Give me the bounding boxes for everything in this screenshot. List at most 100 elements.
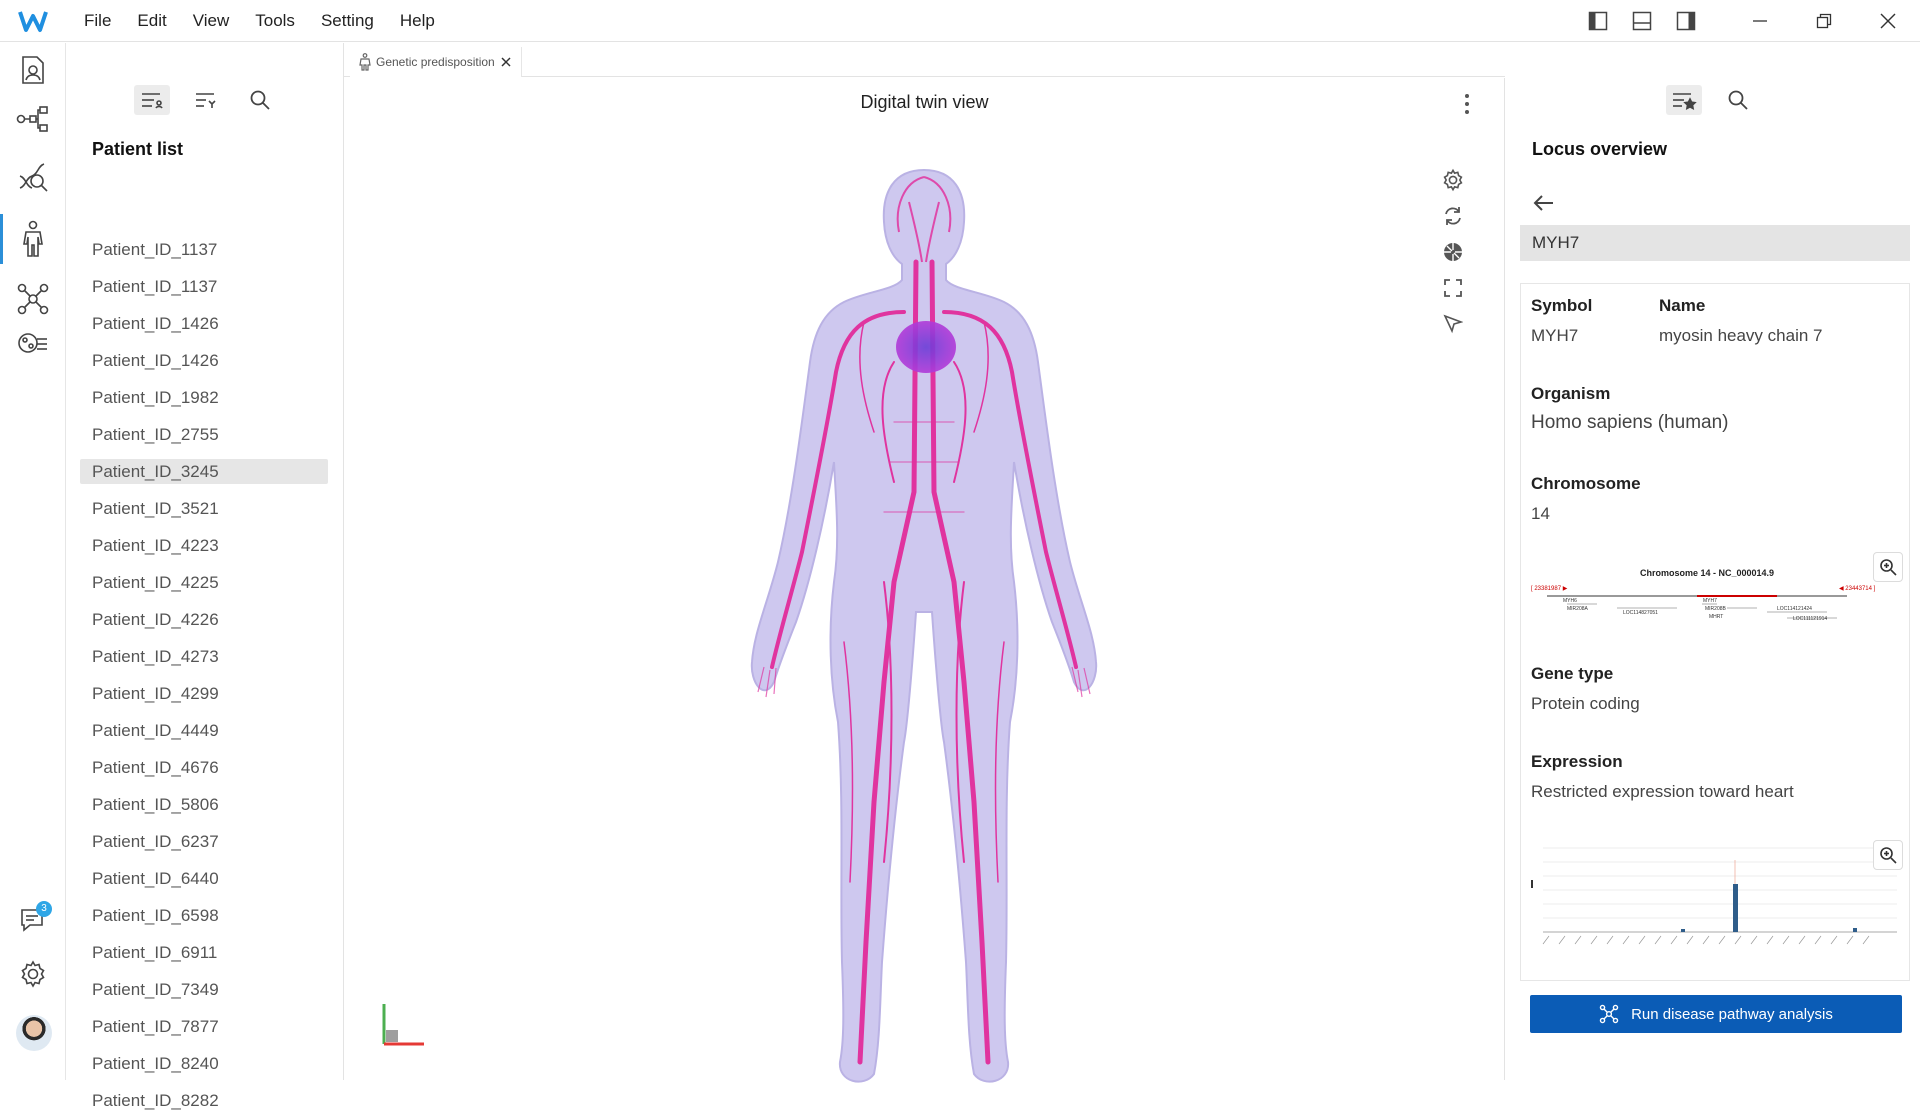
patient-list-item[interactable]: Patient_ID_7349: [80, 971, 328, 1008]
app-logo-icon: [18, 11, 48, 32]
patient-list-item[interactable]: Patient_ID_8282: [80, 1082, 328, 1119]
fullscreen-button[interactable]: [1438, 270, 1468, 306]
gene-search-field[interactable]: MYH7: [1520, 225, 1910, 261]
network-icon: [17, 283, 49, 315]
patient-list-item[interactable]: Patient_ID_1137: [80, 268, 328, 305]
chromosome-map-title: Chromosome 14 - NC_000014.9: [1640, 568, 1774, 578]
svg-text:MHRT: MHRT: [1709, 614, 1723, 620]
patient-list-toolbar: [134, 85, 296, 115]
patient-list-item[interactable]: Patient_ID_3245: [80, 459, 328, 484]
patient-list-item[interactable]: Patient_ID_1426: [80, 305, 328, 342]
svg-text:◀ 23443714 ]: ◀ 23443714 ]: [1839, 586, 1876, 592]
menu-edit[interactable]: Edit: [137, 11, 166, 31]
more-options-icon[interactable]: [1462, 92, 1472, 116]
menu-help[interactable]: Help: [400, 11, 435, 31]
patient-list-item[interactable]: Patient_ID_4226: [80, 601, 328, 638]
patient-list-item[interactable]: Patient_ID_1982: [80, 379, 328, 416]
gear-icon: [1443, 168, 1463, 192]
gene-type-label: Gene type: [1531, 664, 1614, 683]
minimize-button[interactable]: [1728, 0, 1792, 42]
name-value: myosin heavy chain 7: [1659, 326, 1823, 345]
digital-twin-viewer: Digital twin view: [344, 78, 1505, 1083]
toggle-right-panel-button[interactable]: [1664, 0, 1708, 42]
close-window-button[interactable]: [1856, 0, 1920, 42]
digital-twin-body-model[interactable]: [744, 162, 1104, 1102]
sort-list-icon: [142, 93, 163, 109]
patient-list-item[interactable]: Patient_ID_4223: [80, 527, 328, 564]
patient-list-item[interactable]: Patient_ID_4299: [80, 675, 328, 712]
rotate-view-button[interactable]: [1438, 198, 1468, 234]
patient-list-item[interactable]: Patient_ID_2755: [80, 416, 328, 453]
camera-aperture-icon: [1444, 243, 1462, 261]
search-patients-button[interactable]: [242, 85, 278, 115]
patient-list-item[interactable]: Patient_ID_1137: [80, 231, 328, 268]
locus-overview-panel: Locus overview MYH7 Symbol MYH7 Name myo…: [1506, 43, 1920, 1080]
starred-list-icon: [1673, 93, 1697, 110]
patient-list-item[interactable]: Patient_ID_8240: [80, 1045, 328, 1082]
symbol-label: Symbol: [1531, 296, 1593, 315]
menu-bar: File Edit View Tools Setting Help: [84, 0, 461, 42]
notification-badge: 3: [36, 901, 52, 917]
patient-list-item[interactable]: Patient_ID_6598: [80, 897, 328, 934]
patient-list-item[interactable]: Patient_ID_4449: [80, 712, 328, 749]
rail-patient-record-button[interactable]: [12, 49, 54, 91]
svg-text:[ 23381987 ▶: [ 23381987 ▶: [1531, 586, 1568, 592]
favorites-list-button[interactable]: [1666, 85, 1702, 115]
tab-genetic-predisposition[interactable]: Genetic predisposition: [350, 47, 522, 77]
svg-text:MIR208A: MIR208A: [1567, 606, 1589, 612]
rail-digital-twin-button[interactable]: [12, 218, 54, 260]
toggle-bottom-panel-button[interactable]: [1620, 0, 1664, 42]
patient-list-item[interactable]: Patient_ID_4225: [80, 564, 328, 601]
viewer-toolbar: [1438, 162, 1468, 342]
run-disease-pathway-analysis-button[interactable]: Run disease pathway analysis: [1530, 995, 1902, 1033]
search-locus-button[interactable]: [1720, 85, 1756, 115]
menu-view[interactable]: View: [193, 11, 230, 31]
menu-tools[interactable]: Tools: [255, 11, 295, 31]
select-pointer-button[interactable]: [1438, 306, 1468, 342]
patient-list-item[interactable]: Patient_ID_1426: [80, 342, 328, 379]
patient-list-item[interactable]: Patient_ID_7877: [80, 1008, 328, 1045]
rail-workflow-button[interactable]: [12, 98, 54, 140]
filter-list-icon: [196, 93, 216, 108]
expression-label: Expression: [1531, 752, 1623, 771]
network-icon: [1599, 1004, 1619, 1024]
patient-list-item[interactable]: Patient_ID_4273: [80, 638, 328, 675]
patient-list-item[interactable]: Patient_ID_6440: [80, 860, 328, 897]
expression-value: Restricted expression toward heart: [1531, 782, 1794, 801]
menu-file[interactable]: File: [84, 11, 111, 31]
gear-icon: [21, 960, 45, 988]
snapshot-button[interactable]: [1438, 234, 1468, 270]
close-tab-icon[interactable]: [501, 57, 511, 67]
zoom-chromosome-map-button[interactable]: [1873, 552, 1903, 582]
rail-pathway-search-button[interactable]: [12, 323, 54, 365]
dna-search-icon: [19, 163, 48, 192]
back-arrow-icon[interactable]: [1532, 193, 1556, 213]
filter-patients-button[interactable]: [188, 85, 224, 115]
pathway-search-icon: [18, 333, 47, 353]
patient-list-item[interactable]: Patient_ID_5806: [80, 786, 328, 823]
patient-list-item[interactable]: Patient_ID_3521: [80, 490, 328, 527]
toggle-left-panel-button[interactable]: [1576, 0, 1620, 42]
rail-messages-button[interactable]: 3: [12, 899, 54, 941]
viewer-settings-button[interactable]: [1438, 162, 1468, 198]
svg-text:MIR208B: MIR208B: [1705, 606, 1727, 612]
chromosome-map-graphic: Chromosome 14 - NC_000014.9 [ 23381987 ▶…: [1531, 568, 1876, 622]
human-body-icon: [359, 53, 371, 71]
patient-list-item[interactable]: Patient_ID_4676: [80, 749, 328, 786]
chromosome-label: Chromosome: [1531, 474, 1641, 493]
rail-settings-button[interactable]: [12, 953, 54, 995]
rail-active-indicator: [0, 214, 3, 264]
close-icon: [1880, 13, 1896, 29]
patient-list-item[interactable]: Patient_ID_6911: [80, 934, 328, 971]
zoom-expression-chart-button[interactable]: [1873, 840, 1903, 870]
tab-bar: Genetic predisposition: [344, 43, 1505, 77]
rail-network-button[interactable]: [12, 278, 54, 320]
svg-text:LOC114827051: LOC114827051: [1623, 610, 1658, 616]
patient-list-item[interactable]: Patient_ID_6237: [80, 823, 328, 860]
rail-genetic-analysis-button[interactable]: [12, 156, 54, 198]
user-avatar[interactable]: [16, 1015, 52, 1051]
pointer-icon: [1443, 314, 1463, 334]
restore-button[interactable]: [1792, 0, 1856, 42]
sort-patients-button[interactable]: [134, 85, 170, 115]
menu-setting[interactable]: Setting: [321, 11, 374, 31]
